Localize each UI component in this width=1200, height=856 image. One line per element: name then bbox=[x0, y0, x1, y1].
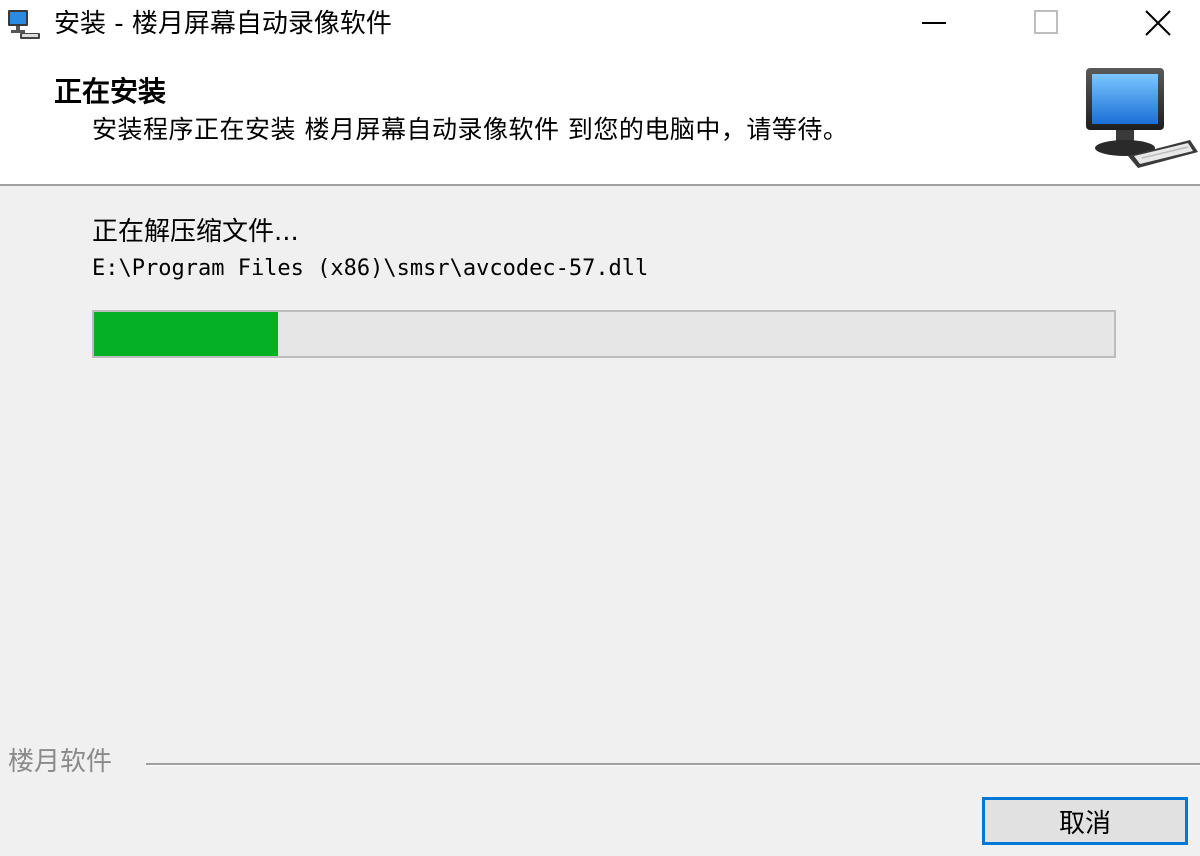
page-title: 正在安装 bbox=[54, 75, 167, 108]
brand-label: 楼月软件 bbox=[8, 747, 113, 777]
progress-fill bbox=[94, 312, 278, 356]
wizard-header: 正在安装 安装程序正在安装 楼月屏幕自动录像软件 到您的电脑中，请等待。 bbox=[0, 50, 1200, 186]
computer-icon bbox=[6, 8, 42, 42]
window-title: 安装 - 楼月屏幕自动录像软件 bbox=[54, 9, 392, 39]
current-file-path: E:\Program Files (x86)\smsr\avcodec-57.d… bbox=[92, 256, 649, 281]
minimize-button[interactable] bbox=[900, 0, 968, 46]
maximize-button[interactable] bbox=[1012, 0, 1080, 46]
close-icon bbox=[1145, 10, 1171, 36]
computer-keyboard-icon bbox=[1082, 64, 1200, 176]
close-button[interactable] bbox=[1124, 0, 1192, 46]
page-subtitle: 安装程序正在安装 楼月屏幕自动录像软件 到您的电脑中，请等待。 bbox=[92, 115, 849, 144]
install-progress-bar bbox=[92, 310, 1116, 358]
cancel-button[interactable]: 取消 bbox=[982, 797, 1188, 845]
status-text: 正在解压缩文件... bbox=[92, 217, 299, 247]
title-bar[interactable]: 安装 - 楼月屏幕自动录像软件 bbox=[0, 0, 1200, 50]
footer-divider bbox=[146, 763, 1200, 766]
minimize-icon bbox=[922, 22, 946, 24]
maximize-icon bbox=[1034, 10, 1058, 34]
